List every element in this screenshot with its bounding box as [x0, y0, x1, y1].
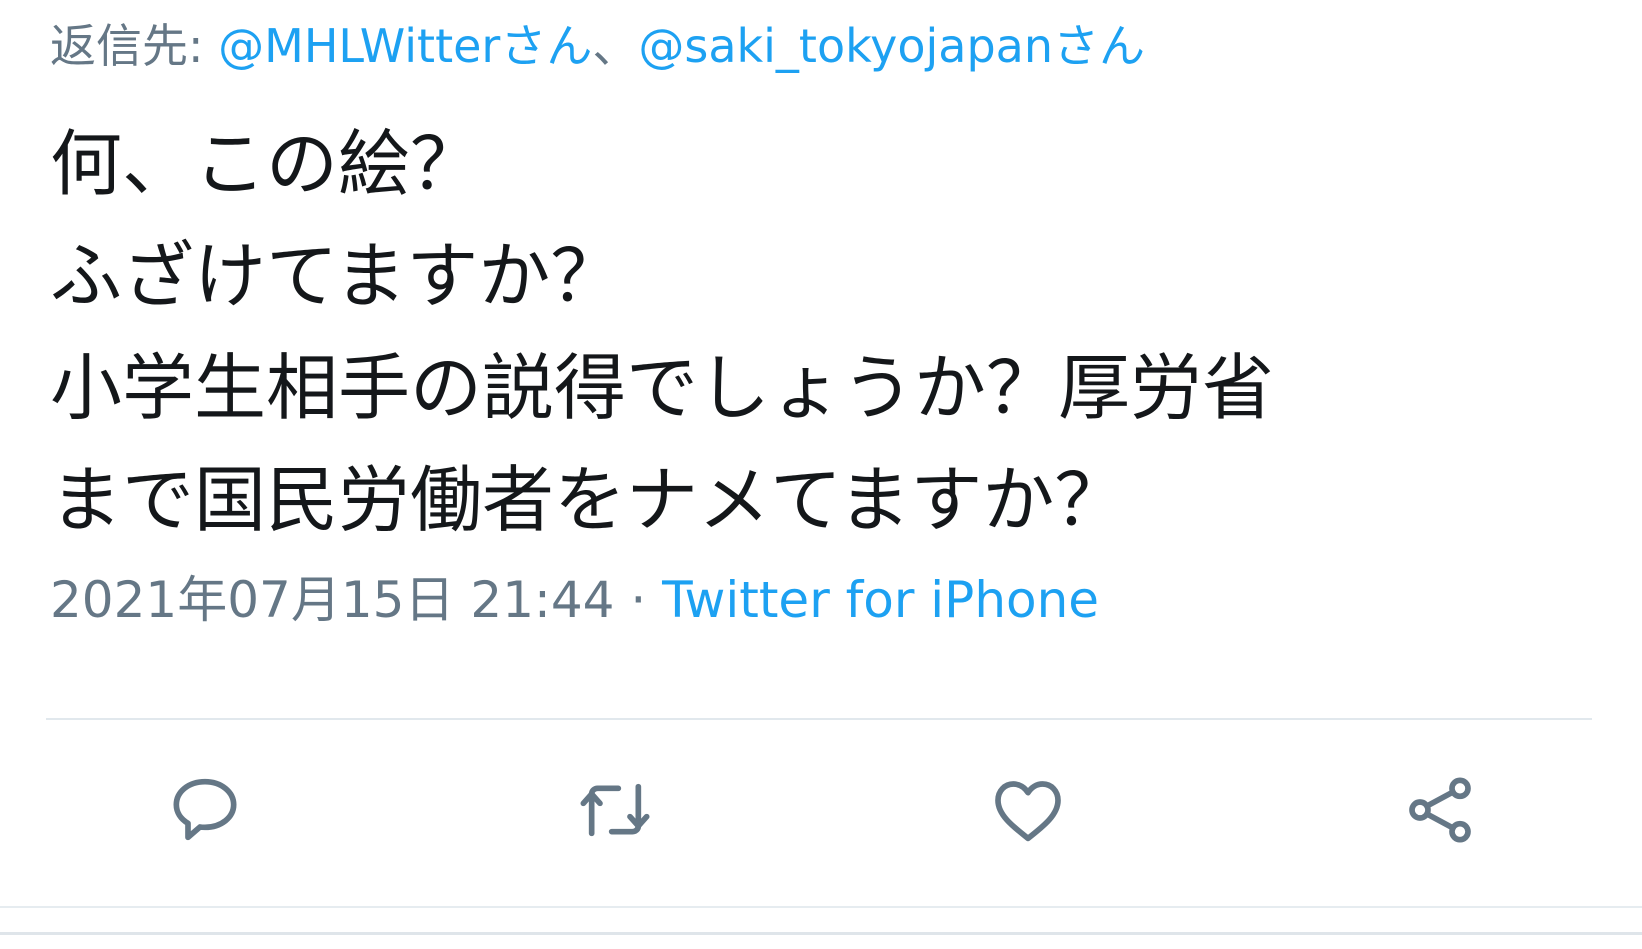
reply-to-line: 返信先: @MHLWitterさん、@saki_tokyojapanさん	[50, 14, 1145, 78]
retweet-button[interactable]	[565, 760, 665, 860]
heart-icon	[995, 781, 1061, 842]
tweet-detail: 返信先: @MHLWitterさん、@saki_tokyojapanさん 何、こ…	[0, 0, 1642, 949]
tweet-meta: 2021年07月15日 21:44 · Twitter for iPhone	[50, 566, 1099, 634]
actions-divider	[46, 718, 1592, 720]
share-icon	[1409, 777, 1471, 843]
retweet-icon	[580, 783, 650, 837]
bottom-divider	[0, 906, 1642, 908]
tweet-text-line: ふざけてますか？	[50, 234, 623, 318]
bottom-divider	[0, 932, 1642, 935]
tweet-action-bar	[0, 760, 1642, 860]
tweet-text-line: 何、この絵？	[50, 122, 483, 206]
reply-icon	[173, 778, 237, 841]
tweet-text-line: まで国民労働者をナメてますか？	[50, 458, 1127, 542]
share-button[interactable]	[1390, 760, 1490, 860]
meta-separator: ·	[614, 571, 663, 629]
tweet-timestamp[interactable]: 2021年07月15日 21:44	[50, 571, 614, 629]
reply-handle-separator: 、	[592, 19, 639, 73]
reply-button[interactable]	[155, 760, 255, 860]
tweet-text-line: 小学生相手の説得でしょうか？厚労省	[50, 346, 1275, 430]
like-button[interactable]	[978, 760, 1078, 860]
reply-handle-saki[interactable]: @saki_tokyojapanさん	[638, 19, 1145, 73]
tweet-text: 何、この絵？ ふざけてますか？ 小学生相手の説得でしょうか？厚労省 まで国民労働…	[50, 108, 1590, 556]
reply-to-prefix: 返信先:	[50, 19, 219, 73]
reply-handle-mhlwitter[interactable]: @MHLWitterさん	[218, 19, 592, 73]
tweet-source-link[interactable]: Twitter for iPhone	[662, 571, 1099, 629]
